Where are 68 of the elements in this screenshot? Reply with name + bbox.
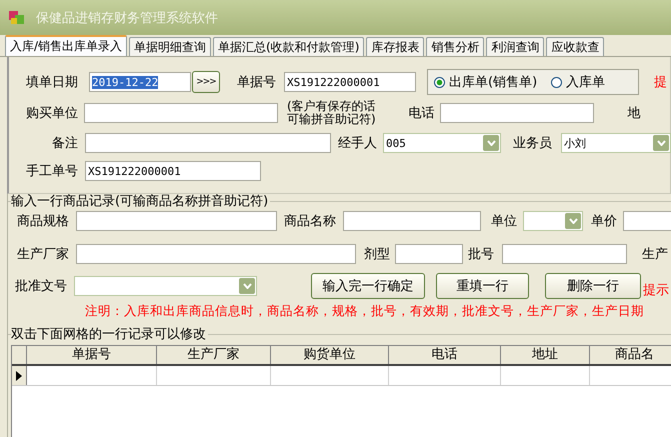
tab[interactable]: 单据汇总(收款和付款管理) [213,37,364,56]
group-title: 双击下面网格的一行记录可以修改 [11,327,208,342]
column-header[interactable]: 单据号 [27,346,157,364]
hint-text: 提示 [643,282,669,299]
field-label: 商品名称 [284,213,336,230]
field-label: 业务员 [513,135,552,152]
field-label: 经手人 [338,135,377,152]
caret-icon [242,283,252,289]
tab[interactable]: 销售分析 [426,37,484,56]
app-icon [8,8,26,26]
remark-field[interactable] [85,133,331,153]
field-label: 填单日期 [26,74,78,91]
field-label: 剂型 [364,246,390,263]
doc-number-field[interactable]: XS191222000001 [284,72,416,92]
field-label: 购买单位 [26,105,78,122]
tab[interactable]: 单据明细查询 [129,37,212,56]
row-pointer-icon [16,370,22,380]
radio-option[interactable]: 出库单(销售单) [434,73,538,91]
buyer-note: (客户有保存的话 可输拼音助记符) [287,100,376,126]
manual-number-field[interactable]: XS191222000001 [85,161,261,181]
radio-button[interactable] [434,76,445,88]
field-label: 生产厂家 [17,246,69,263]
buyer-field[interactable] [84,103,278,123]
action-button[interactable]: 输入完一行确定 [311,273,425,299]
window-title: 保健品进销存财务管理系统软件 [36,10,218,26]
phone-field[interactable] [440,103,594,123]
dosage-form-field[interactable] [395,244,463,264]
field-label: 生产 [642,246,668,263]
hint-text: 提 [654,74,667,91]
field-label: 单据号 [237,74,276,91]
tab[interactable]: 库存报表 [366,37,424,56]
spec-field[interactable] [76,211,277,231]
batch-field[interactable] [502,244,627,264]
field-label: 商品规格 [17,213,69,230]
field-label: 单价 [591,213,617,230]
approval-dropdown[interactable] [74,276,257,296]
action-button[interactable]: 删除一行 [545,273,641,299]
field-label: 手工单号 [25,163,78,180]
tab[interactable]: 利润查询 [486,37,544,56]
tab[interactable]: 应收款查 [546,37,604,56]
column-header[interactable]: 购货单位 [271,346,389,364]
caret-icon [656,140,666,146]
date-picker-button[interactable]: >>> [192,71,220,93]
column-header[interactable]: 生产厂家 [157,346,271,364]
handler-dropdown[interactable]: 005 [383,133,501,153]
field-label: 地 [628,105,641,122]
column-header[interactable]: 商品名 [590,346,671,364]
radio-button[interactable] [551,76,562,88]
column-header[interactable]: 地址 [501,346,590,364]
note-text: 注明：入库和出库商品信息时，商品名称，规格，批号，有效期，批准文号，生产厂家，生产日期 [85,303,644,318]
column-header[interactable]: 电话 [389,346,501,364]
caret-icon [486,140,496,146]
maker-field[interactable] [76,244,356,264]
group-title: 输入一行商品记录(可输商品名称拼音助记符) [11,194,270,209]
field-label: 备注 [51,135,78,152]
unit-dropdown[interactable] [523,211,583,231]
field-label: 批号 [468,246,494,263]
field-label: 批准文号 [14,278,67,295]
field-label: 单位 [491,213,517,230]
price-field[interactable] [623,211,671,231]
salesman-dropdown[interactable]: 小刘 [561,133,671,153]
action-button[interactable]: 重填一行 [436,273,529,299]
tab[interactable]: 入库/销售出库单录入 [5,35,128,56]
field-label: 电话 [408,105,435,122]
date-field[interactable]: 2019-12-22 [89,72,191,92]
product-name-field[interactable] [343,211,481,231]
caret-icon [568,218,578,224]
radio-option[interactable]: 入库单 [551,73,606,91]
